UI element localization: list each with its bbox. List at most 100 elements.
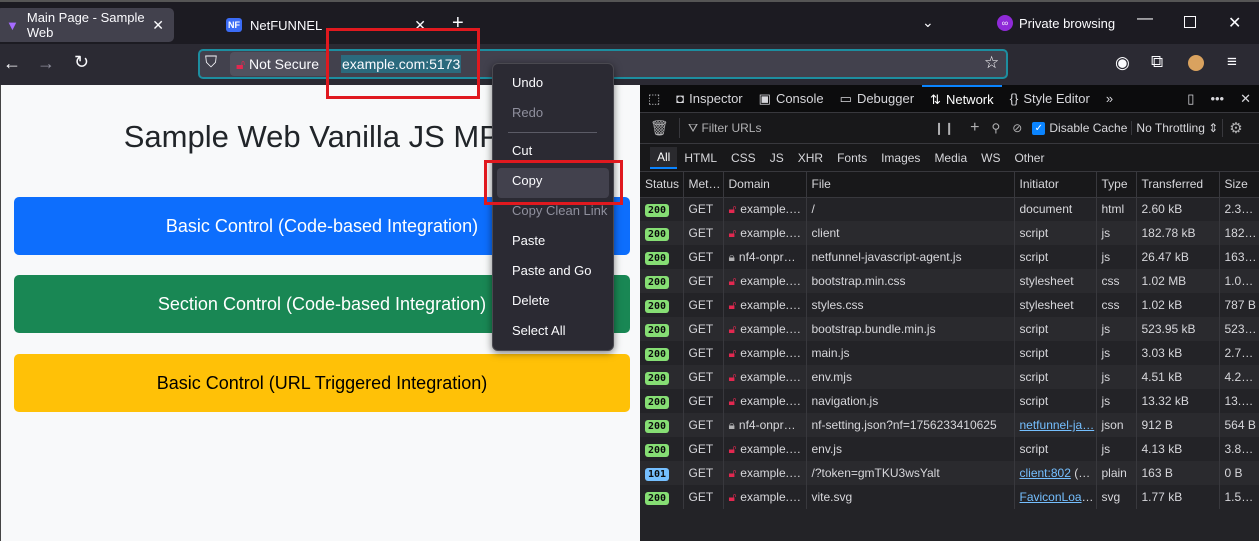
disable-cache-checkbox[interactable]: ✓ Disable Cache bbox=[1028, 121, 1131, 135]
initiator-cell[interactable]: client:802 (w… bbox=[1014, 461, 1097, 485]
initiator-cell: script bbox=[1014, 245, 1097, 269]
throttling-select[interactable]: No Throttling ⇕ bbox=[1131, 121, 1222, 135]
table-row[interactable]: 200 GET 🔒︎ nf4-onpr… nf-setting.json?nf=1756… bbox=[640, 413, 1259, 437]
tab-console[interactable]: ▣ Console bbox=[751, 85, 832, 113]
element-picker-icon[interactable]: ⬚ bbox=[640, 85, 668, 113]
type-cell: js bbox=[1096, 341, 1137, 365]
domain-cell: 🔓︎ example.c… bbox=[723, 485, 807, 509]
transferred-cell: 523.95 kB bbox=[1136, 317, 1220, 341]
table-row[interactable]: 200 GET 🔒︎ nf4-onpr… netfunnel-javascript-ag… bbox=[640, 245, 1259, 269]
table-row[interactable]: 200 GET 🔓︎ example.c… styles.css stylesheet cs… bbox=[640, 293, 1259, 317]
filter-ws[interactable]: WS bbox=[974, 151, 1007, 165]
filter-media[interactable]: Media bbox=[927, 151, 974, 165]
file-cell: vite.svg bbox=[806, 485, 1015, 509]
table-row[interactable]: 200 GET 🔓︎ example.c… vite.svg FaviconLoad… sv… bbox=[640, 485, 1259, 509]
devtools-panel: ⬚ ◘ Inspector ▣ Console ▭ Debugger ⇅ Network… bbox=[640, 84, 1259, 541]
site-security-button[interactable]: 🔓︎ Not Secure bbox=[230, 52, 328, 76]
column-header[interactable]: Transferred bbox=[1136, 172, 1220, 198]
reload-button[interactable]: ↻ bbox=[74, 52, 89, 73]
menu-item-delete[interactable]: Delete bbox=[497, 288, 609, 318]
tab-network[interactable]: ⇅ Network bbox=[922, 84, 1002, 113]
close-window-button[interactable]: ✕ bbox=[1228, 13, 1241, 33]
bookmark-star-icon[interactable]: ☆ bbox=[984, 53, 999, 73]
status-badge: 200 bbox=[645, 323, 670, 337]
tab-debugger[interactable]: ▭ Debugger bbox=[832, 85, 922, 113]
column-header[interactable]: File bbox=[806, 172, 1015, 198]
size-cell: 1.50… bbox=[1219, 485, 1259, 509]
table-row[interactable]: 200 GET 🔓︎ example.c… client script js 182.78 k… bbox=[640, 221, 1259, 245]
initiator-text[interactable]: FaviconLoad… bbox=[1020, 490, 1096, 504]
menu-item-paste-and-go[interactable]: Paste and Go bbox=[497, 258, 609, 288]
menu-hamburger-icon[interactable]: ≡ bbox=[1227, 52, 1237, 72]
column-header[interactable]: Initiator bbox=[1014, 172, 1097, 198]
forward-button[interactable]: → bbox=[37, 53, 55, 74]
column-header[interactable]: Domain bbox=[723, 172, 807, 198]
initiator-text[interactable]: netfunnel-ja… bbox=[1020, 418, 1095, 432]
clear-trash-icon[interactable]: 🗑︎ bbox=[640, 119, 679, 137]
network-request-table: Status Met… Domain File Initiator Type Transfe… bbox=[640, 172, 1259, 509]
close-devtools-icon[interactable]: ✕ bbox=[1232, 85, 1259, 113]
cookie-extension-icon[interactable] bbox=[1188, 55, 1204, 71]
tab-main-page[interactable]: ▼ Main Page - Sample Web ✕ bbox=[0, 8, 174, 42]
initiator-cell[interactable]: netfunnel-ja… bbox=[1014, 413, 1097, 437]
column-header[interactable]: Size bbox=[1219, 172, 1259, 198]
filter-all[interactable]: All bbox=[650, 146, 678, 169]
table-row[interactable]: 200 GET 🔓︎ example.c… main.js script js 3.03 kB… bbox=[640, 341, 1259, 365]
close-tab-icon[interactable]: ✕ bbox=[152, 17, 164, 34]
add-icon[interactable]: + bbox=[964, 119, 985, 137]
table-row[interactable]: 200 GET 🔓︎ example.c… navigation.js script js 1… bbox=[640, 389, 1259, 413]
method-cell: GET bbox=[683, 269, 724, 293]
pause-icon[interactable]: ❙❙ bbox=[924, 121, 964, 135]
table-row[interactable]: 200 GET 🔓︎ example.c… env.js script js 4.13 kB 3… bbox=[640, 437, 1259, 461]
tab-inspector[interactable]: ◘ Inspector bbox=[668, 85, 750, 113]
status-badge: 200 bbox=[645, 371, 670, 385]
filter-other[interactable]: Other bbox=[1007, 151, 1051, 165]
block-icon[interactable]: ⊘ bbox=[1006, 121, 1028, 135]
back-button[interactable]: ← bbox=[3, 53, 21, 74]
filter-html[interactable]: HTML bbox=[677, 151, 724, 165]
insecure-lock-icon: 🔓︎ bbox=[728, 297, 737, 312]
more-options-icon[interactable]: ••• bbox=[1202, 85, 1232, 113]
domain-text: example.c… bbox=[740, 369, 806, 384]
table-row[interactable]: 200 GET 🔓︎ example.c… env.mjs script js 4.51 kB… bbox=[640, 365, 1259, 389]
initiator-cell[interactable]: FaviconLoad… bbox=[1014, 485, 1097, 509]
filter-js[interactable]: JS bbox=[763, 151, 791, 165]
table-row[interactable]: 200 GET 🔓︎ example.c… / document html 2.60 kB 2.… bbox=[640, 197, 1259, 221]
maximize-button[interactable] bbox=[1184, 16, 1196, 28]
more-tabs-chevron-icon[interactable]: » bbox=[1098, 85, 1121, 113]
menu-item-undo[interactable]: Undo bbox=[497, 70, 609, 100]
method-cell: GET bbox=[683, 485, 724, 509]
menu-item-select-all[interactable]: Select All bbox=[497, 318, 609, 348]
debugger-icon: ▭ bbox=[839, 90, 852, 106]
basic-control-url-button[interactable]: Basic Control (URL Triggered Integration… bbox=[14, 354, 630, 412]
tab-style-editor[interactable]: {} Style Editor bbox=[1002, 85, 1098, 113]
table-row[interactable]: 200 GET 🔓︎ example.c… bootstrap.bundle.min.j… bbox=[640, 317, 1259, 341]
menu-item-paste[interactable]: Paste bbox=[497, 228, 609, 258]
dock-toggle-icon[interactable]: ▯ bbox=[1179, 85, 1202, 113]
transferred-cell: 182.78 kB bbox=[1136, 221, 1220, 245]
column-header[interactable]: Type bbox=[1096, 172, 1137, 198]
search-icon[interactable]: ⚲ bbox=[986, 121, 1007, 135]
column-header[interactable]: Status bbox=[640, 172, 684, 198]
account-icon[interactable]: ◉ bbox=[1115, 53, 1130, 73]
file-cell: bootstrap.bundle.min.js bbox=[806, 317, 1015, 341]
filter-css[interactable]: CSS bbox=[724, 151, 763, 165]
type-cell: js bbox=[1096, 389, 1137, 413]
filter-images[interactable]: Images bbox=[874, 151, 927, 165]
filter-urls-input[interactable]: ⛛ Filter URLs bbox=[680, 121, 924, 136]
filter-xhr[interactable]: XHR bbox=[791, 151, 830, 165]
table-row[interactable]: 200 GET 🔓︎ example.c… bootstrap.min.css style… bbox=[640, 269, 1259, 293]
settings-gear-icon[interactable]: ⚙ bbox=[1222, 119, 1248, 137]
extensions-puzzle-icon[interactable]: ⧉ bbox=[1151, 52, 1163, 72]
filter-fonts[interactable]: Fonts bbox=[830, 151, 874, 165]
throttling-value: No Throttling bbox=[1136, 121, 1205, 135]
list-tabs-chevron-down-icon[interactable]: ⌄ bbox=[922, 14, 934, 31]
table-header: Status Met… Domain File Initiator Type Transfe… bbox=[640, 172, 1259, 198]
minimize-button[interactable]: — bbox=[1137, 10, 1153, 28]
column-header[interactable]: Met… bbox=[683, 172, 724, 198]
initiator-text[interactable]: client:802 bbox=[1020, 466, 1071, 480]
tracking-protection-shield-icon[interactable]: ⛉ bbox=[205, 54, 217, 72]
context-menu: Undo Redo Cut Copy Copy Clean Link Paste Paste… bbox=[492, 63, 614, 351]
domain-cell: 🔓︎ example.c… bbox=[723, 197, 807, 221]
table-row[interactable]: 101 GET 🔓︎ example.c…/?token=gmTKU3wsYalt cl… bbox=[640, 461, 1259, 485]
